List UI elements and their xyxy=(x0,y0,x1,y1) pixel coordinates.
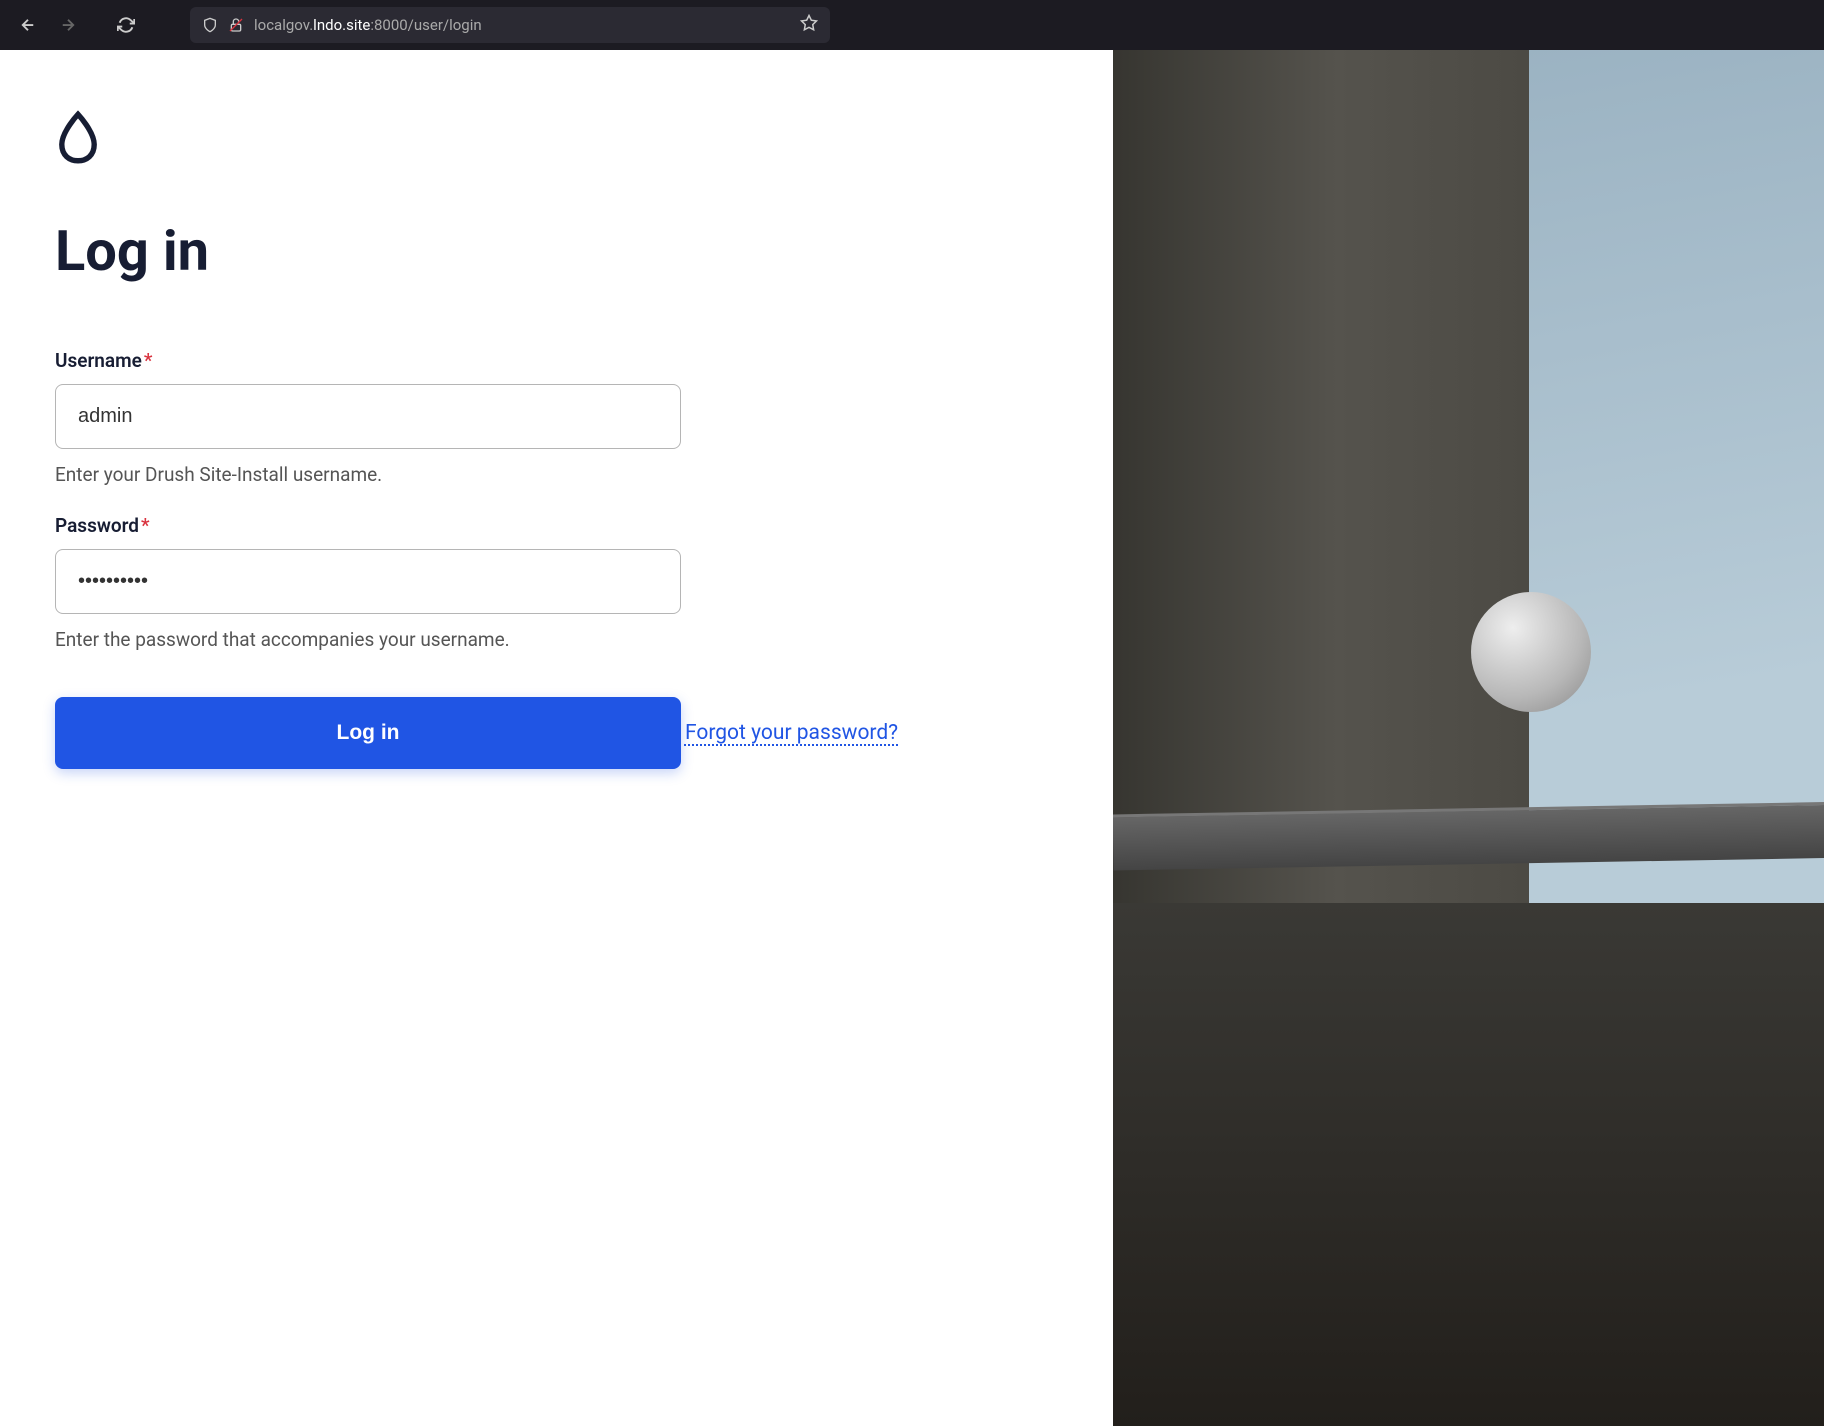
page-title: Log in xyxy=(55,218,1053,284)
forgot-password-link[interactable]: Forgot your password? xyxy=(685,721,898,745)
required-indicator: * xyxy=(144,349,153,372)
login-button[interactable]: Log in xyxy=(55,697,681,769)
forward-button[interactable] xyxy=(52,9,84,41)
password-input[interactable] xyxy=(55,549,681,614)
url-text: localgov.lndo.site:8000/user/login xyxy=(254,16,482,34)
bookmark-star-icon[interactable] xyxy=(800,14,818,36)
insecure-icon xyxy=(228,17,244,33)
login-pane: Log in Username* Enter your Drush Site-I… xyxy=(0,50,1113,1426)
url-bar[interactable]: localgov.lndo.site:8000/user/login xyxy=(190,7,830,43)
username-input[interactable] xyxy=(55,384,681,449)
required-indicator: * xyxy=(141,514,150,537)
browser-toolbar: localgov.lndo.site:8000/user/login xyxy=(0,0,1824,50)
site-logo-icon xyxy=(55,110,1053,168)
password-help: Enter the password that accompanies your… xyxy=(55,628,1053,651)
hero-image xyxy=(1113,50,1824,1426)
back-button[interactable] xyxy=(12,9,44,41)
shield-icon xyxy=(202,17,218,33)
username-help: Enter your Drush Site-Install username. xyxy=(55,463,1053,486)
password-label: Password* xyxy=(55,514,1053,537)
username-label: Username* xyxy=(55,349,1053,372)
reload-button[interactable] xyxy=(110,9,142,41)
